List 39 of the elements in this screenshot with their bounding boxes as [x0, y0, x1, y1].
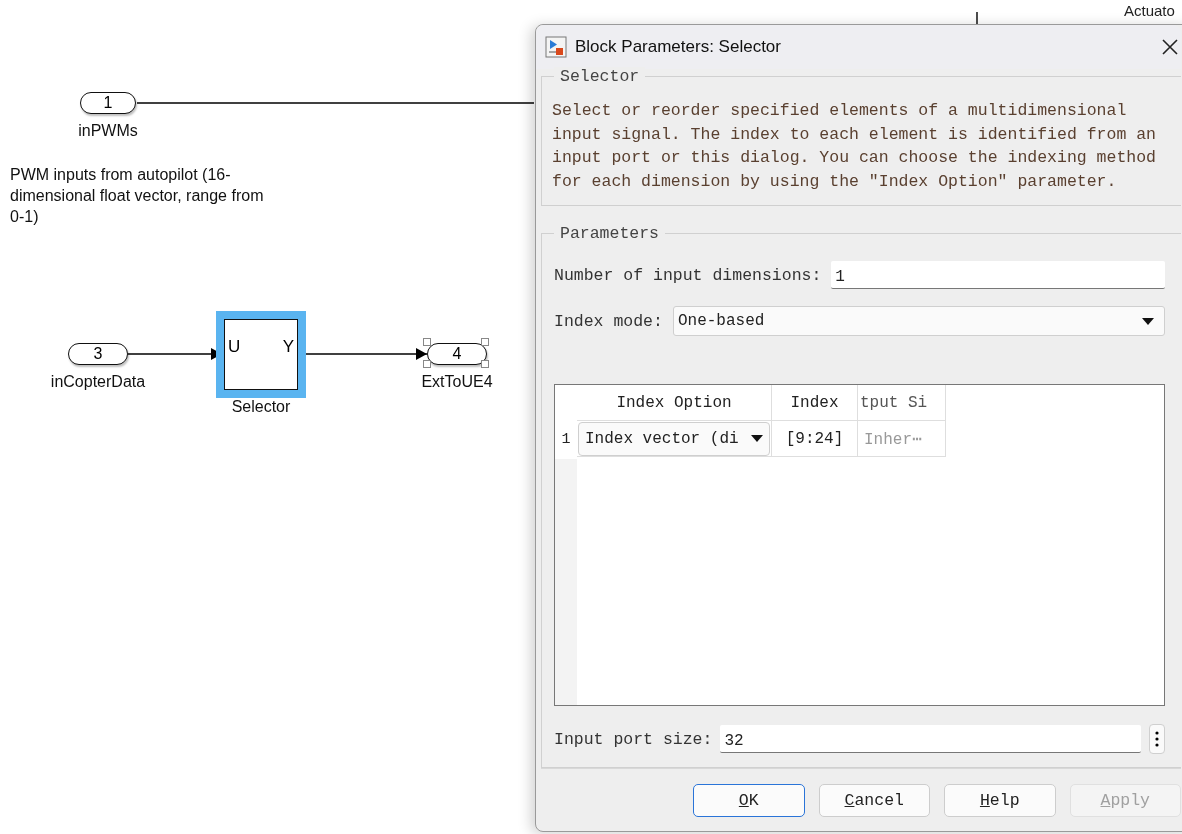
caret-icon [751, 435, 763, 442]
column-header[interactable]: tput Si [858, 385, 946, 421]
block-label: inPWMs [78, 122, 138, 140]
inport-block[interactable]: 3 [68, 343, 128, 365]
column-header[interactable]: Index [772, 385, 858, 421]
description-text: Select or reorder specified elements of a multidimensional input signal. The index to each element is identified from an input port or this dialog. You can choose the indexing method for each dimension by using the "Index Option" parameter. [552, 100, 1157, 193]
index-option-dropdown[interactable]: Index vector (di [578, 421, 770, 456]
table-cell[interactable]: [9:24] [772, 421, 858, 457]
caret-icon [1142, 317, 1154, 325]
outport-block[interactable]: 4 [427, 343, 487, 365]
index-mode-dropdown[interactable]: One-based [672, 306, 1165, 336]
selection-handle[interactable] [481, 338, 489, 346]
field-label: Input port size: [554, 729, 713, 749]
block-label: Selector [231, 398, 291, 416]
dialog-button[interactable]: OK [693, 783, 805, 817]
field-label: Index mode: [554, 311, 663, 331]
more-options-button[interactable] [1149, 724, 1165, 754]
dialog-button[interactable]: Help [944, 783, 1056, 817]
annotation-text: PWM inputs from autopilot (16-dimensional float vector, range from 0-1) [10, 165, 265, 227]
port-label: U [228, 337, 241, 357]
close-button[interactable] [1161, 38, 1179, 56]
inport-block[interactable]: 1 [80, 92, 136, 114]
input-field[interactable]: 32 [720, 725, 1141, 753]
selection-handle[interactable] [481, 360, 489, 368]
input-field[interactable]: 1 [831, 261, 1165, 289]
signal-line [976, 11, 978, 27]
window-title: Block Parameters: Selector [575, 37, 782, 57]
selection-handle[interactable] [423, 338, 431, 346]
block-label: Actuato [1124, 2, 1175, 19]
block-label: ExtToUE4 [421, 373, 493, 391]
block-label: inCopterData [50, 373, 146, 391]
kebab-icon [1155, 731, 1159, 747]
port-label: Y [282, 337, 294, 357]
selector-block[interactable]: U Y [216, 311, 306, 398]
app-icon [545, 36, 567, 58]
selection-handle[interactable] [423, 360, 431, 368]
field-label: Number of input dimensions: [554, 265, 822, 285]
dialog-button[interactable]: Cancel [818, 783, 930, 817]
column-header[interactable]: Index Option [577, 385, 772, 421]
